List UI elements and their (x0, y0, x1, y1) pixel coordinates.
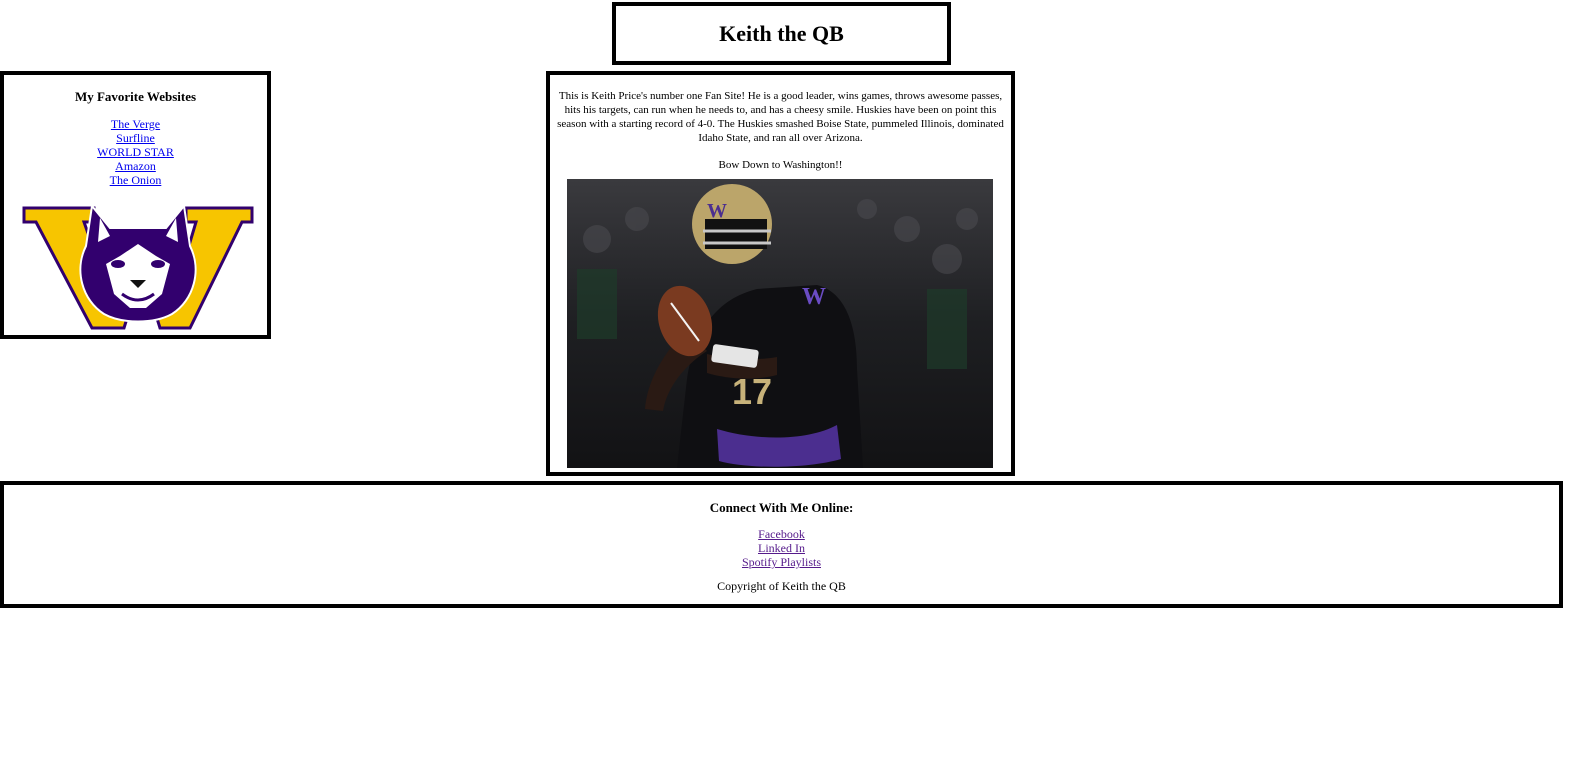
svg-text:W: W (707, 200, 727, 222)
favorites-sidebar: My Favorite Websites The Verge Surfline … (0, 71, 271, 339)
intro-paragraph: This is Keith Price's number one Fan Sit… (557, 90, 1004, 144)
quarterback-photo-icon: W W 17 (567, 179, 993, 468)
favorites-heading: My Favorite Websites (74, 89, 197, 104)
link-the-onion[interactable]: The Onion (110, 173, 162, 187)
favorites-list: The Verge Surfline WORLD STAR Amazon The… (4, 117, 267, 187)
link-amazon[interactable]: Amazon (115, 159, 156, 173)
uw-husky-logo-icon (22, 203, 254, 330)
page-title: Keith the QB (719, 20, 844, 46)
link-the-verge[interactable]: The Verge (111, 117, 160, 131)
link-spotify-playlists[interactable]: Spotify Playlists (742, 555, 821, 569)
svg-text:17: 17 (732, 371, 772, 412)
connect-heading: Connect With Me Online: (709, 500, 854, 515)
link-facebook[interactable]: Facebook (758, 527, 805, 541)
social-links: Facebook Linked In Spotify Playlists (4, 527, 1559, 569)
link-surfline[interactable]: Surfline (116, 131, 155, 145)
tagline: Bow Down to Washington!! (718, 159, 843, 171)
main-content: This is Keith Price's number one Fan Sit… (546, 71, 1015, 476)
svg-text:W: W (802, 284, 826, 310)
page-footer: Connect With Me Online: Facebook Linked … (0, 481, 1563, 608)
page-header: Keith the QB (612, 2, 951, 65)
copyright-text: Copyright of Keith the QB (717, 579, 846, 593)
link-linked-in[interactable]: Linked In (758, 541, 805, 555)
link-world-star[interactable]: WORLD STAR (97, 145, 174, 159)
